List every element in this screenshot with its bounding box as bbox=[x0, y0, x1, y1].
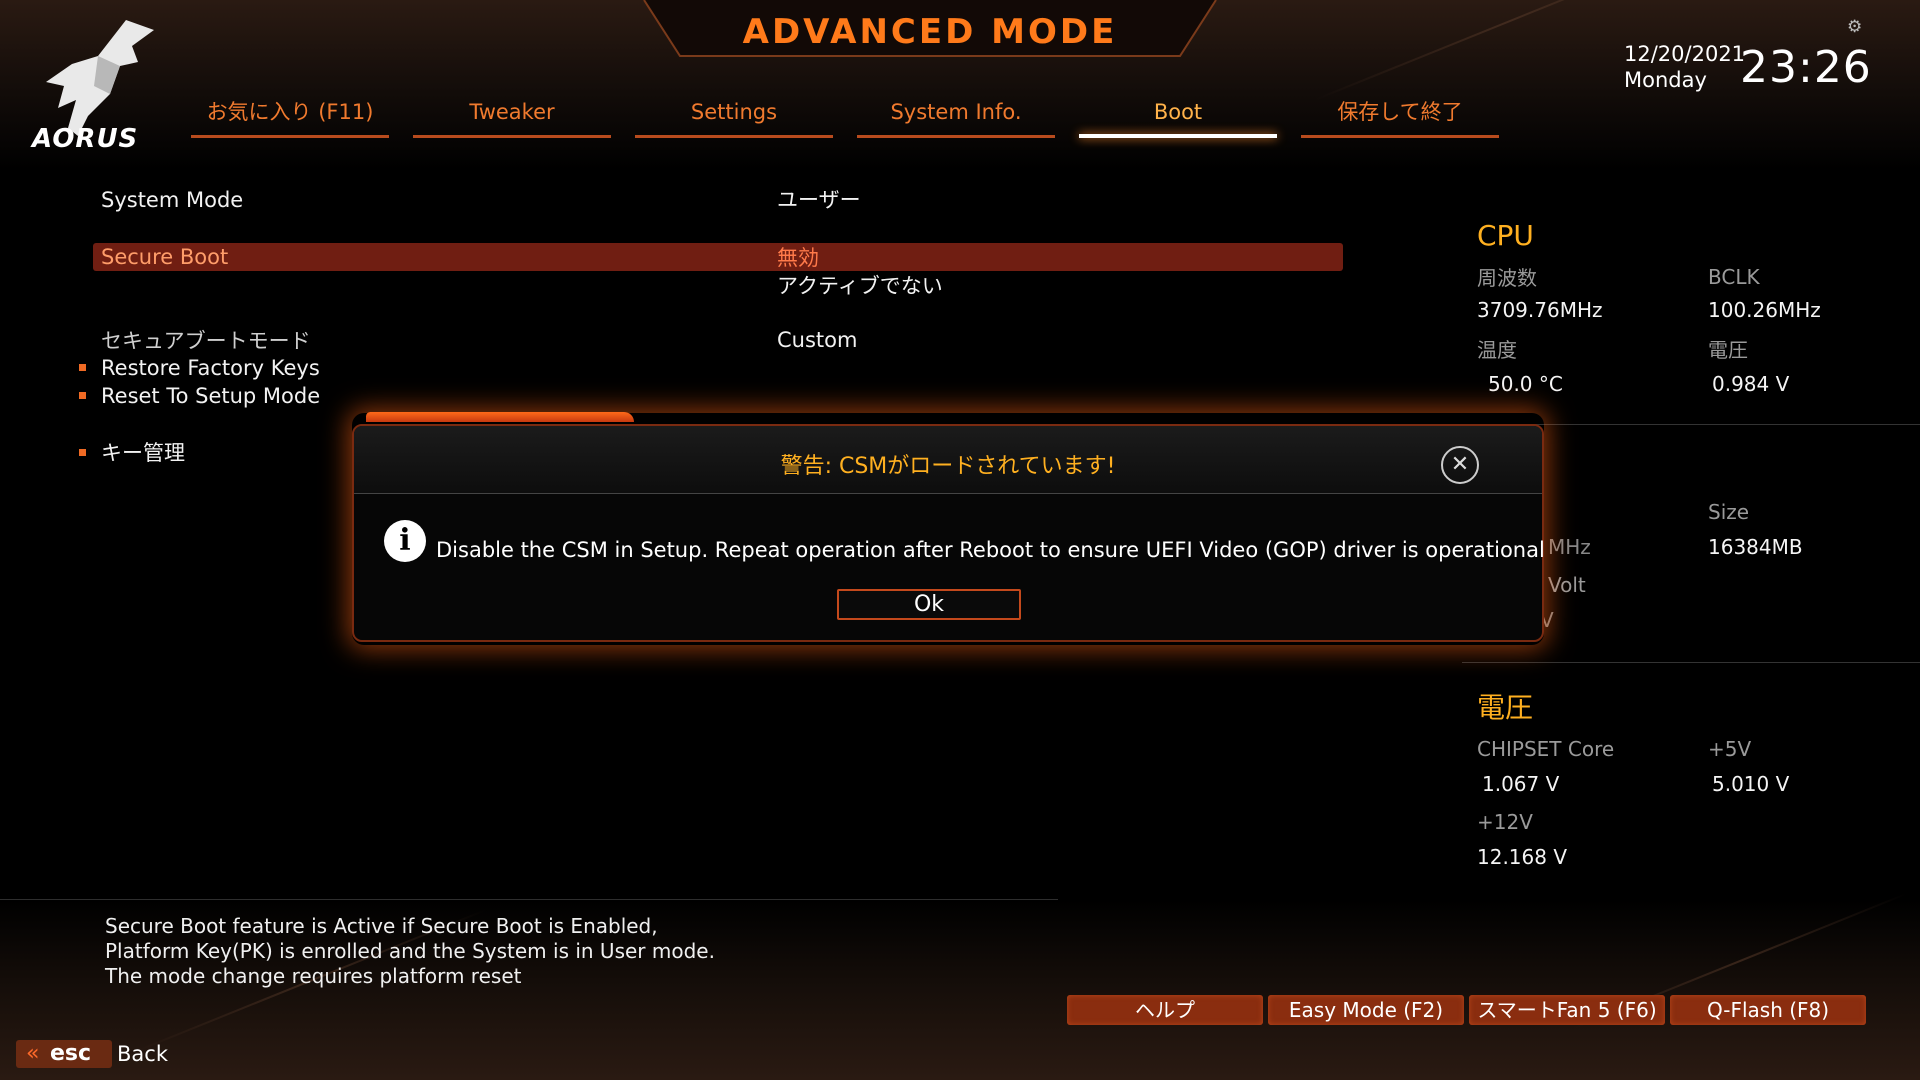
cpu-voltage-label: 電圧 bbox=[1708, 338, 1748, 362]
key-management-item[interactable]: キー管理 bbox=[101, 437, 185, 467]
secure-boot-label[interactable]: Secure Boot bbox=[101, 245, 228, 269]
settings-gear-icon[interactable]: ⚙ bbox=[1847, 18, 1865, 36]
info-icon: i bbox=[384, 520, 426, 562]
system-mode-label: System Mode bbox=[101, 188, 244, 212]
day-display: Monday bbox=[1624, 68, 1707, 92]
memory-volt-label: Volt bbox=[1548, 573, 1586, 597]
plus12v-label: +12V bbox=[1477, 810, 1533, 834]
bclk-value: 100.26MHz bbox=[1708, 298, 1821, 322]
help-text-line: Secure Boot feature is Active if Secure … bbox=[105, 914, 658, 938]
dialog-accent-tab bbox=[366, 412, 634, 422]
memory-size-label: Size bbox=[1708, 500, 1750, 524]
help-divider bbox=[0, 899, 1058, 900]
ok-button[interactable]: Ok bbox=[837, 589, 1021, 620]
double-chevron-left-icon: « bbox=[26, 1041, 40, 1066]
bullet-icon bbox=[79, 364, 86, 371]
page-title: ADVANCED MODE bbox=[742, 12, 1118, 52]
easy-mode-button[interactable]: Easy Mode (F2) bbox=[1268, 995, 1464, 1025]
memory-size-value: 16384MB bbox=[1708, 535, 1803, 559]
bclk-label: BCLK bbox=[1708, 265, 1760, 289]
cpu-temp-value: 50.0 °C bbox=[1488, 372, 1563, 396]
tab-save-exit[interactable]: 保存して終了 bbox=[1301, 92, 1499, 138]
date-display: 12/20/2021 bbox=[1624, 42, 1746, 66]
qflash-button[interactable]: Q-Flash (F8) bbox=[1670, 995, 1866, 1025]
logo-text: AORUS bbox=[32, 124, 139, 154]
secure-boot-row[interactable] bbox=[93, 243, 1343, 271]
bullet-icon bbox=[79, 392, 86, 399]
cpu-freq-value: 3709.76MHz bbox=[1477, 298, 1603, 322]
plus5v-label: +5V bbox=[1708, 737, 1752, 761]
help-text-line: The mode change requires platform reset bbox=[105, 964, 522, 988]
tab-system-info[interactable]: System Info. bbox=[857, 92, 1055, 138]
tab-settings[interactable]: Settings bbox=[635, 92, 833, 138]
chipset-core-value: 1.067 V bbox=[1482, 772, 1560, 796]
memory-freq-value: MHz bbox=[1548, 535, 1591, 559]
bullet-icon bbox=[79, 449, 86, 456]
help-button[interactable]: ヘルプ bbox=[1067, 995, 1263, 1025]
cpu-freq-label: 周波数 bbox=[1477, 266, 1537, 290]
secure-boot-status: アクティブでない bbox=[777, 274, 943, 298]
voltage-section-title: 電圧 bbox=[1477, 691, 1534, 724]
cpu-temp-label: 温度 bbox=[1477, 338, 1517, 362]
dialog-title: 警告: CSMがロードされています! bbox=[780, 454, 1116, 479]
secure-boot-mode-label[interactable]: セキュアブートモード bbox=[101, 325, 311, 355]
cpu-section-title: CPU bbox=[1477, 219, 1534, 252]
plus5v-value: 5.010 V bbox=[1712, 772, 1790, 796]
tab-boot[interactable]: Boot bbox=[1079, 92, 1277, 138]
chipset-core-label: CHIPSET Core bbox=[1477, 737, 1615, 761]
secure-boot-mode-value[interactable]: Custom bbox=[777, 328, 857, 352]
plus12v-value: 12.168 V bbox=[1477, 845, 1568, 869]
secure-boot-value[interactable]: 無効 bbox=[777, 242, 819, 272]
close-icon[interactable]: ✕ bbox=[1441, 446, 1479, 484]
smart-fan-button[interactable]: スマートFan 5 (F6) bbox=[1469, 995, 1665, 1025]
clock-display: 23:26 bbox=[1740, 42, 1872, 93]
dialog-message: Disable the CSM in Setup. Repeat operati… bbox=[436, 538, 1545, 562]
panel-divider bbox=[1462, 662, 1920, 663]
system-mode-value: ユーザー bbox=[777, 188, 861, 212]
tab-favorites[interactable]: お気に入り (F11) bbox=[191, 92, 389, 138]
reset-setup-mode-item[interactable]: Reset To Setup Mode bbox=[101, 384, 320, 408]
restore-factory-keys-item[interactable]: Restore Factory Keys bbox=[101, 356, 320, 380]
help-text-line: Platform Key(PK) is enrolled and the Sys… bbox=[105, 939, 715, 963]
cpu-voltage-value: 0.984 V bbox=[1712, 372, 1790, 396]
back-label: Back bbox=[117, 1042, 168, 1066]
tab-tweaker[interactable]: Tweaker bbox=[413, 92, 611, 138]
